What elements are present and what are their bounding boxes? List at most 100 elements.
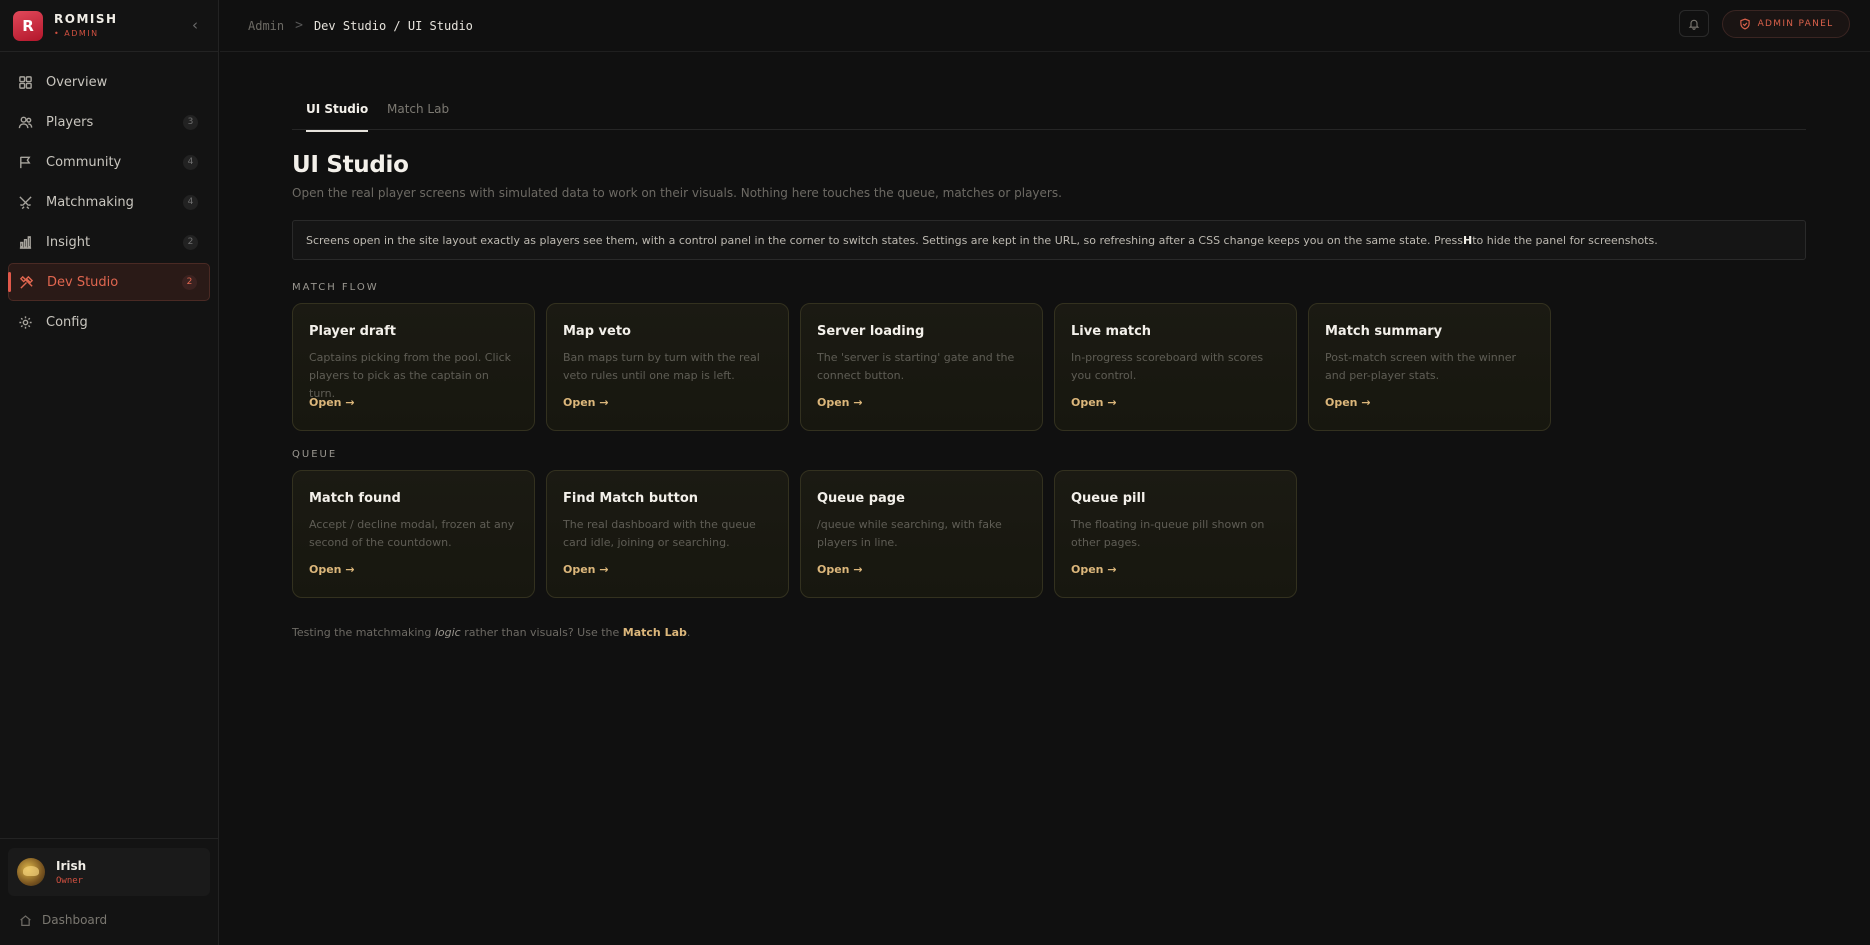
sidebar-item-label: Overview	[46, 74, 108, 90]
sidebar-item-dev-studio[interactable]: Dev Studio 2	[8, 263, 210, 301]
sidebar-item-players[interactable]: Players 3	[8, 103, 210, 141]
page-title: UI Studio	[292, 152, 409, 178]
sidebar-item-config[interactable]: Config	[8, 303, 210, 341]
card-grid-queue: Match found Accept / decline modal, froz…	[292, 470, 1806, 598]
sidebar-item-label: Community	[46, 154, 122, 170]
admin-panel-button[interactable]: ADMIN PANEL	[1722, 10, 1850, 38]
sidebar-item-matchmaking[interactable]: Matchmaking 4	[8, 183, 210, 221]
user-section: Irish Owner Dashboard	[0, 838, 218, 945]
sidebar: R ROMISH • ADMIN ‹ Overview Players 3 Co…	[0, 0, 219, 945]
card-description: Captains picking from the pool. Click pl…	[309, 351, 512, 400]
sidebar-item-label: Dev Studio	[47, 274, 119, 290]
card-find-match-button[interactable]: Find Match button The real dashboard wit…	[546, 470, 789, 598]
card-title: Match found	[309, 491, 401, 506]
sidebar-item-insight[interactable]: Insight 2	[8, 223, 210, 261]
card-title: Match summary	[1325, 324, 1443, 339]
breadcrumb: Admin > Dev Studio / UI Studio	[248, 18, 473, 33]
tab-bar: UI Studio Match Lab	[292, 52, 1806, 132]
section-title-match-flow: MATCH FLOW	[292, 282, 379, 293]
footer-text-middle: rather than visuals? Use the	[460, 626, 623, 639]
card-title: Queue pill	[1071, 491, 1146, 506]
nav-badge: 2	[182, 274, 197, 290]
card-open-link[interactable]: Open →	[1325, 396, 1534, 409]
nav-badge: 4	[183, 194, 198, 210]
sidebar-item-label: Players	[46, 114, 94, 130]
breadcrumb-current: Dev Studio / UI Studio	[313, 18, 473, 33]
card-open-link[interactable]: Open →	[1071, 563, 1280, 576]
card-match-summary[interactable]: Match summary Post-match screen with the…	[1308, 303, 1551, 431]
footer-text-before: Testing the matchmaking	[292, 626, 435, 639]
footer-emphasis: logic	[434, 626, 461, 639]
collapse-sidebar-icon[interactable]: ‹	[192, 16, 198, 34]
tab-ui-studio[interactable]: UI Studio	[306, 102, 369, 132]
sidebar-item-label: Insight	[46, 234, 91, 250]
card-grid-match-flow: Player draft Captains picking from the p…	[292, 303, 1806, 431]
main-content: UI Studio Match Lab UI Studio Open the r…	[292, 52, 1806, 639]
breadcrumb-separator: >	[295, 18, 303, 33]
card-open-link[interactable]: Open →	[1071, 396, 1280, 409]
page-subtitle: Open the real player screens with simula…	[292, 186, 1062, 200]
gear-icon	[17, 314, 33, 330]
section-title-queue: QUEUE	[292, 449, 338, 460]
sidebar-item-community[interactable]: Community 4	[8, 143, 210, 181]
brand-sub: • ADMIN	[54, 28, 99, 38]
tools-icon	[18, 274, 34, 290]
card-description: In-progress scoreboard with scores you c…	[1071, 351, 1264, 382]
dashboard-link-label: Dashboard	[42, 913, 108, 927]
tab-match-lab[interactable]: Match Lab	[387, 102, 449, 130]
card-title: Queue page	[817, 491, 905, 506]
note-hotkey: H	[1462, 233, 1473, 247]
sidebar-nav: Overview Players 3 Community 4 Matchmaki…	[0, 52, 218, 341]
card-open-link[interactable]: Open →	[563, 396, 772, 409]
card-description: The real dashboard with the queue card i…	[563, 518, 756, 549]
card-map-veto[interactable]: Map veto Ban maps turn by turn with the …	[546, 303, 789, 431]
card-description: Ban maps turn by turn with the real veto…	[563, 351, 760, 382]
swords-icon	[17, 194, 33, 210]
card-title: Map veto	[563, 324, 631, 339]
card-open-link[interactable]: Open →	[309, 396, 518, 409]
user-role: Owner	[56, 875, 84, 886]
card-player-draft[interactable]: Player draft Captains picking from the p…	[292, 303, 535, 431]
note-text-after: to hide the panel for screenshots.	[1472, 233, 1658, 247]
card-open-link[interactable]: Open →	[817, 563, 1026, 576]
card-title: Player draft	[309, 324, 396, 339]
home-icon	[20, 914, 31, 926]
card-open-link[interactable]: Open →	[563, 563, 772, 576]
breadcrumb-root[interactable]: Admin	[248, 19, 284, 33]
card-match-found[interactable]: Match found Accept / decline modal, froz…	[292, 470, 535, 598]
match-lab-link[interactable]: Match Lab	[623, 626, 687, 639]
card-description: Post-match screen with the winner and pe…	[1325, 351, 1517, 382]
avatar	[17, 858, 45, 886]
card-queue-page[interactable]: Queue page /queue while searching, with …	[800, 470, 1043, 598]
brand: R ROMISH • ADMIN ‹	[0, 0, 218, 52]
card-title: Server loading	[817, 324, 925, 339]
nav-badge: 4	[183, 154, 198, 170]
card-queue-pill[interactable]: Queue pill The floating in-queue pill sh…	[1054, 470, 1297, 598]
sidebar-item-label: Matchmaking	[46, 194, 134, 210]
card-open-link[interactable]: Open →	[309, 563, 518, 576]
footer-text-after: .	[686, 626, 691, 639]
card-server-loading[interactable]: Server loading The 'server is starting' …	[800, 303, 1043, 431]
note-text-before: Screens open in the site layout exactly …	[306, 233, 1463, 247]
notifications-button[interactable]	[1679, 10, 1709, 37]
users-icon	[17, 114, 33, 130]
card-open-link[interactable]: Open →	[817, 396, 1026, 409]
card-description: The 'server is starting' gate and the co…	[817, 351, 1015, 382]
bar-chart-icon	[17, 234, 33, 250]
grid-icon	[17, 74, 33, 90]
card-live-match[interactable]: Live match In-progress scoreboard with s…	[1054, 303, 1297, 431]
footer-note: Testing the matchmaking logic rather tha…	[292, 626, 1806, 639]
bell-icon	[1688, 19, 1700, 30]
topbar: Admin > Dev Studio / UI Studio ADMIN PAN…	[220, 0, 1870, 52]
user-card[interactable]: Irish Owner	[8, 848, 210, 896]
sidebar-item-overview[interactable]: Overview	[8, 63, 210, 101]
admin-panel-label: ADMIN PANEL	[1757, 19, 1834, 29]
nav-badge: 2	[183, 234, 198, 250]
brand-name: ROMISH	[54, 11, 118, 26]
card-description: /queue while searching, with fake player…	[817, 518, 1002, 549]
card-description: Accept / decline modal, frozen at any se…	[309, 518, 515, 549]
user-name: Irish	[56, 858, 87, 873]
dashboard-link[interactable]: Dashboard	[8, 913, 210, 927]
brand-logo[interactable]: R	[13, 10, 43, 41]
card-description: The floating in-queue pill shown on othe…	[1071, 518, 1265, 549]
